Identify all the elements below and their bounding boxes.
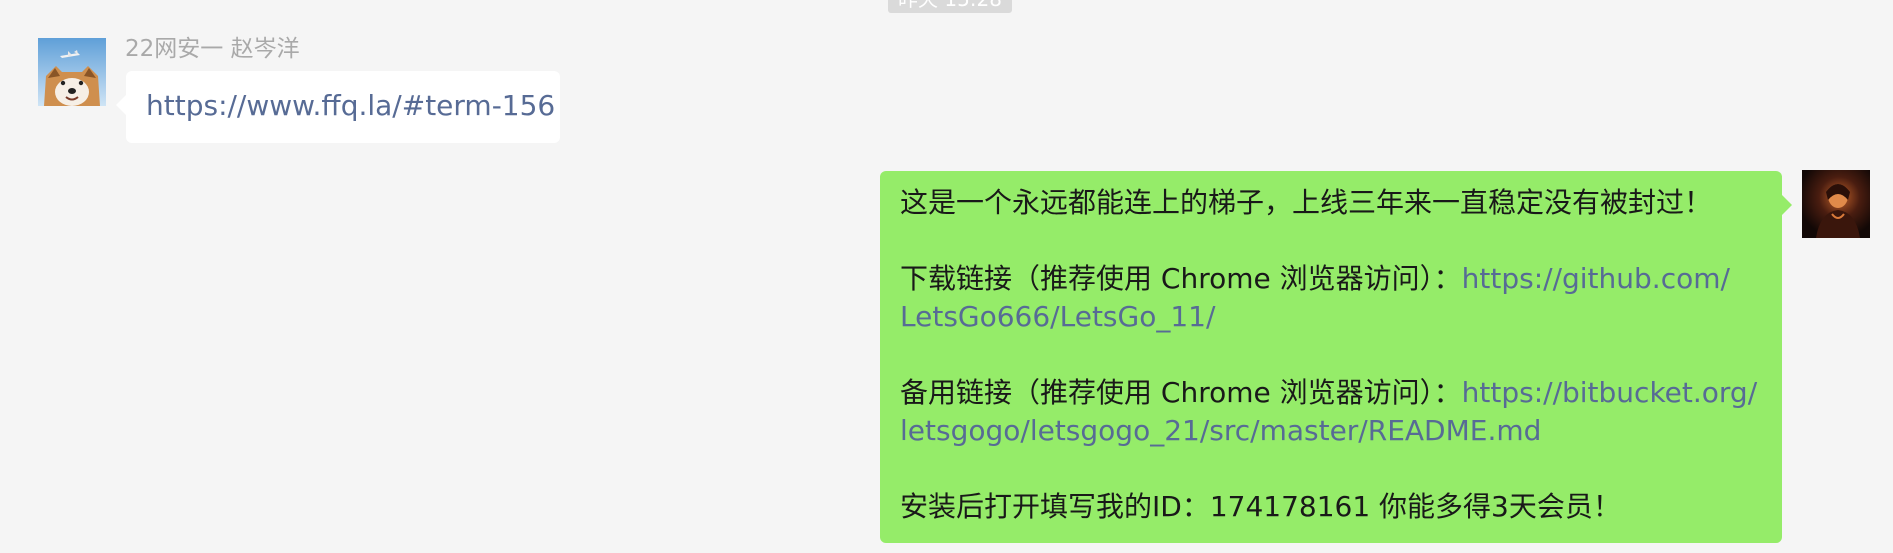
message-line: 备用链接（推荐使用 Chrome 浏览器访问）：https://bitbucke…	[900, 374, 1764, 412]
sender-name: 22网安一 赵岑洋	[125, 36, 300, 62]
message-line: letsgogo/letsgogo_21/src/master/README.m…	[900, 412, 1764, 450]
message-link[interactable]: https://www.ffq.la/#term-156	[146, 89, 555, 122]
timestamp-badge: 昨天 15:28	[888, 0, 1012, 13]
message-line: 安装后打开填写我的ID：174178161 你能多得3天会员！	[900, 490, 1621, 523]
message-line: LetsGo666/LetsGo_11/	[900, 298, 1764, 336]
download-label: 下载链接（推荐使用 Chrome 浏览器访问）：	[900, 262, 1462, 295]
incoming-message-bubble[interactable]: https://www.ffq.la/#term-156	[116, 71, 560, 143]
backup-link-continued[interactable]: letsgogo/letsgogo_21/src/master/README.m…	[900, 414, 1541, 447]
outgoing-message-bubble[interactable]: 这是一个永远都能连上的梯子，上线三年来一直稳定没有被封过！ 下载链接（推荐使用 …	[880, 171, 1792, 543]
message-line: 这是一个永远都能连上的梯子，上线三年来一直稳定没有被封过！	[900, 186, 1713, 219]
download-link-continued[interactable]: LetsGo666/LetsGo_11/	[900, 300, 1215, 333]
backup-link[interactable]: https://bitbucket.org/	[1462, 376, 1758, 409]
shiba-dog-avatar-icon[interactable]	[38, 38, 106, 106]
message-line: 下载链接（推荐使用 Chrome 浏览器访问）：https://github.c…	[900, 260, 1764, 298]
download-link[interactable]: https://github.com/	[1462, 262, 1730, 295]
dark-portrait-avatar-icon[interactable]	[1802, 170, 1870, 238]
backup-label: 备用链接（推荐使用 Chrome 浏览器访问）：	[900, 376, 1462, 409]
